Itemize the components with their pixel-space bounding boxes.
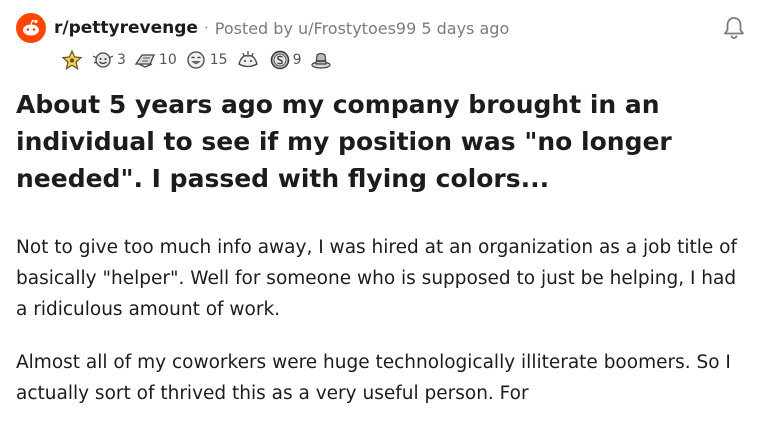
silver-coin-award-icon xyxy=(270,50,289,70)
posted-by[interactable]: Posted by u/Frostytoes99 5 days ago xyxy=(215,19,510,38)
subreddit-name[interactable]: r/pettyrevenge xyxy=(54,18,198,38)
post-paragraph: Not to give too much info away, I was hi… xyxy=(16,237,737,320)
awards-row[interactable]: 3 10 15 9 xyxy=(60,48,338,72)
post-header: r/pettyrevenge · Posted by u/Frostytoes9… xyxy=(16,12,752,44)
gold-star-award-icon[interactable] xyxy=(60,49,84,71)
reddit-alien-icon xyxy=(23,19,39,36)
silver-coin-award[interactable]: 9 xyxy=(268,49,302,71)
laughing-award[interactable]: 15 xyxy=(183,49,228,71)
post-body: Not to give too much info away, I was hi… xyxy=(16,232,746,431)
post-title[interactable]: About 5 years ago my company brought in … xyxy=(16,86,736,197)
award-count: 3 xyxy=(117,52,126,68)
award-count: 10 xyxy=(158,52,177,68)
award-count: 15 xyxy=(209,52,228,68)
laughing-award-icon xyxy=(187,51,205,69)
hat-award-icon[interactable] xyxy=(308,49,334,71)
notification-bell-icon[interactable] xyxy=(720,14,748,42)
bravo-award-icon[interactable] xyxy=(234,49,262,71)
helpful-award-icon xyxy=(134,54,155,68)
award-count: 9 xyxy=(292,52,302,68)
subreddit-avatar[interactable] xyxy=(16,13,46,43)
wholesome-award[interactable]: 3 xyxy=(90,49,126,71)
helpful-award[interactable]: 10 xyxy=(132,49,177,71)
meta-separator: · xyxy=(203,19,209,37)
post-paragraph: Almost all of my coworkers were huge tec… xyxy=(16,352,731,404)
wholesome-award-icon xyxy=(92,52,114,68)
